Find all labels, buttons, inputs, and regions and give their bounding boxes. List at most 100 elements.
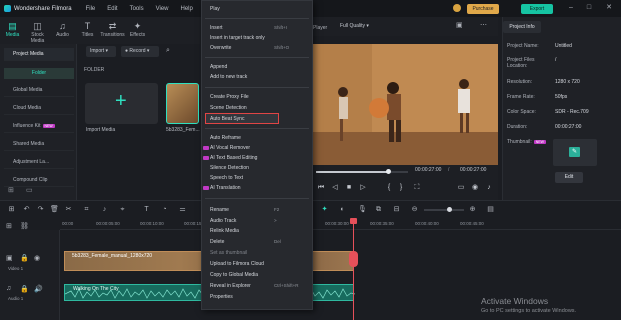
crop-icon[interactable]: ⌗ [82,205,91,214]
lock-icon[interactable]: 🔒 [20,254,29,262]
link-icon[interactable]: ⛓ [20,222,29,230]
monitor-icon[interactable]: ▭ [456,183,466,192]
sidebar-item-cloud-media[interactable]: Cloud Media [4,102,74,115]
playback-scrubber-handle[interactable] [386,169,391,174]
menu-item-properties[interactable]: Properties [201,292,313,302]
edit-thumbnail-button[interactable]: Edit [555,172,583,183]
media-clip-thumbnail[interactable] [166,83,199,124]
menu-item-reveal-in-explorer[interactable]: Reveal in Explorer Ctrl+Shift+R [201,281,313,291]
tab-titles[interactable]: T Titles [75,17,100,44]
menu-item-create-proxy-file[interactable]: Create Proxy File [201,92,313,102]
adjust-icon[interactable]: ⚌ [178,205,187,214]
menu-item-speech-to-text[interactable]: Speech to Text [201,173,313,183]
stop-icon[interactable]: ■ [344,183,354,192]
folder-icon[interactable]: ▭ [26,186,33,194]
close-icon[interactable]: ✕ [604,3,614,13]
sidebar-item-shared-media[interactable]: Shared Media [4,138,74,151]
redo-icon[interactable]: ↷ [36,205,45,214]
speed-icon[interactable]: ◔ [160,205,169,214]
playhead-clip-marker[interactable] [349,251,358,267]
grid-icon[interactable]: ⊞ [7,205,16,214]
marker-icon[interactable]: ⌖ [118,205,127,214]
zoom-slider[interactable] [424,209,464,211]
menu-item-upload-to-filmora-cloud[interactable]: Upload to Filmora Cloud [201,259,313,269]
split-icon[interactable]: ✂ [64,205,73,214]
prev-frame-icon[interactable]: ◁ [330,183,340,192]
record-dropdown[interactable]: ● Record ▾ [121,46,159,57]
zoom-in-icon[interactable]: ⊕ [468,205,477,214]
menu-item-auto-beat-sync[interactable]: Auto Beat Sync [201,114,313,124]
gift-icon[interactable] [453,4,461,12]
zoom-slider-handle[interactable] [447,207,452,212]
playhead-handle[interactable] [350,218,357,224]
more-icon[interactable]: ⋯ [480,21,487,29]
delete-icon[interactable]: 🗑 [50,205,59,214]
menu-item-overwrite[interactable]: Overwrite Shift+O [201,43,313,53]
tab-audio[interactable]: ♫ Audio [50,17,75,44]
menu-item-rename[interactable]: Rename F2 [201,205,313,215]
menu-item-relink-media[interactable]: Relink Media [201,226,313,236]
zoom-out-icon[interactable]: ⊖ [410,205,419,214]
lock-icon[interactable]: 🔒 [20,285,29,293]
menu-item-copy-to-global-media[interactable]: Copy to Global Media [201,270,313,280]
ai-tools-icon[interactable]: ✦ [320,205,329,214]
mask-icon[interactable]: ◐ [338,205,347,214]
add-track-icon[interactable]: ⊞ [6,222,12,230]
menu-item-audio-track[interactable]: Audio Track > [201,216,313,226]
menu-item-append[interactable]: Append [201,62,313,72]
menu-item-ai-translation[interactable]: AI Translation [201,183,313,193]
menu-item-auto-reframe[interactable]: Auto Reframe [201,133,313,143]
sidebar-item-adjustment-layer[interactable]: Adjustment La... [4,156,74,169]
text-icon[interactable]: T [142,205,151,214]
mark-in-icon[interactable]: { [384,183,394,192]
menu-view[interactable]: View [156,6,169,12]
minimize-icon[interactable]: – [566,3,576,13]
snap-icon[interactable]: ⧉ [374,205,383,214]
menu-file[interactable]: File [86,6,96,12]
import-dropdown[interactable]: Import ▾ [86,46,116,57]
tab-media[interactable]: ▤ Media [0,17,25,44]
menu-item-scene-detection[interactable]: Scene Detection [201,103,313,113]
step-back-icon[interactable]: ⏮ [316,183,326,192]
new-folder-icon[interactable]: ⊞ [8,186,14,194]
quality-dropdown[interactable]: Full Quality ▾ [338,21,394,31]
menu-item-silence-detection[interactable]: Silence Detection [201,163,313,173]
snapshot-icon[interactable]: ▣ [456,21,463,29]
mark-out-icon[interactable]: } [396,183,406,192]
tab-project-info[interactable]: Project Info [503,21,541,33]
undo-icon[interactable]: ↶ [22,205,31,214]
video-preview[interactable] [312,44,498,165]
menu-item-add-to-new-track[interactable]: Add to new track [201,72,313,82]
mic-icon[interactable]: 🎙 [358,205,367,214]
purchase-button[interactable]: Purchase [467,4,499,14]
menu-help[interactable]: Help [181,6,193,12]
volume-icon[interactable]: ♪ [484,183,494,192]
search-icon[interactable]: ⌕ [166,47,170,55]
eye-icon[interactable]: ◉ [34,254,40,262]
fullscreen-icon[interactable]: ⛶ [412,183,422,192]
audio-edit-icon[interactable]: ♪ [100,205,109,214]
menu-item-ai-text-based-editing[interactable]: AI Text Based Editing [201,153,313,163]
sidebar-item-folder[interactable]: Folder [4,68,74,79]
tab-effects[interactable]: ✦ Effects [125,17,150,44]
render-icon[interactable]: ⊟ [392,205,401,214]
tab-stock-media[interactable]: ◫ Stock Media [25,17,50,44]
tab-transitions[interactable]: ⇄ Transitions [100,17,125,44]
sidebar-item-project-media[interactable]: Project Media [4,48,74,61]
playhead-line[interactable] [353,218,354,320]
menu-item-ai-vocal-remover[interactable]: AI Vocal Remover [201,143,313,153]
camera-icon[interactable]: ◉ [470,183,480,192]
menu-item-insert[interactable]: Insert Shift+I [201,23,313,33]
sidebar-item-compound-clip[interactable]: Compound Clip [4,174,74,187]
sidebar-item-influence-kit[interactable]: Influence Kit NEW [4,120,74,133]
menu-edit[interactable]: Edit [107,6,117,12]
menu-item-play[interactable]: Play [201,4,313,14]
speaker-icon[interactable]: 🔊 [34,285,43,293]
menu-item-delete[interactable]: Delete Del [201,237,313,247]
sidebar-item-global-media[interactable]: Global Media [4,84,74,97]
layout-icon[interactable]: ▤ [486,205,495,214]
maximize-icon[interactable]: □ [584,3,594,13]
export-button[interactable]: Export [521,4,553,14]
menu-tools[interactable]: Tools [130,6,144,12]
menu-item-insert-in-target-track-only[interactable]: Insert in target track only [201,33,313,43]
